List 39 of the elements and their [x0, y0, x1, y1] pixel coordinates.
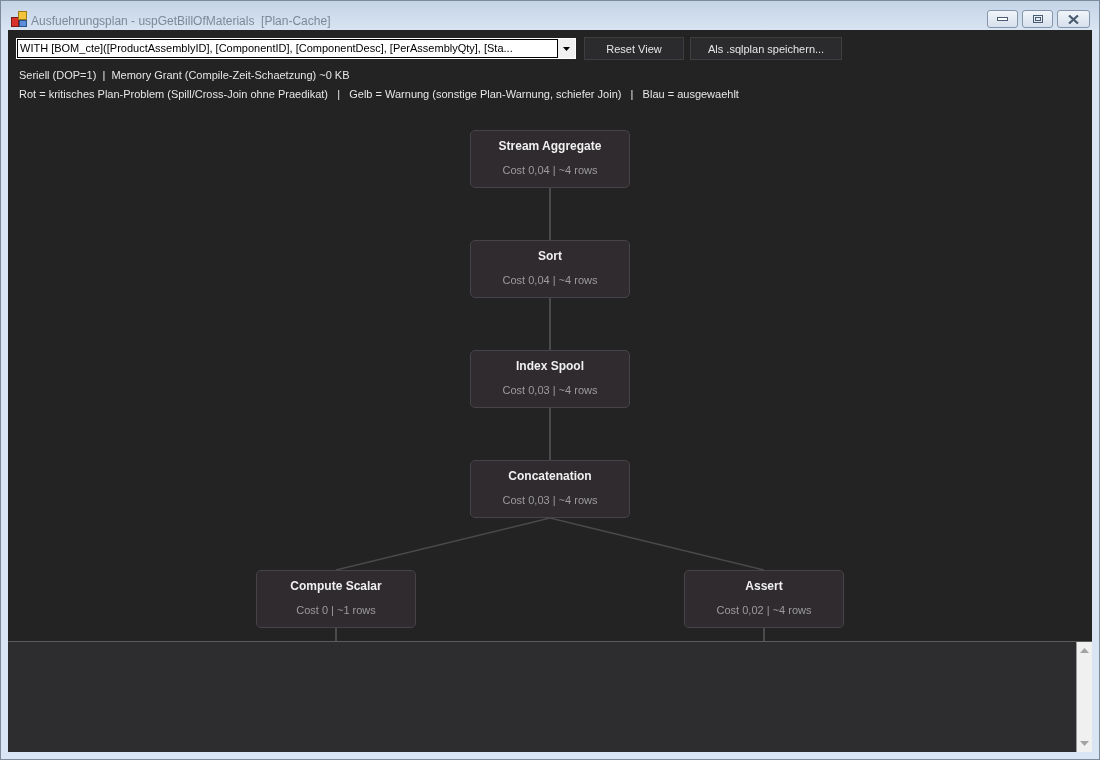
scroll-up-icon: [1080, 648, 1089, 653]
connector-line: [549, 408, 551, 460]
app-icon: [11, 11, 27, 27]
node-title: Stream Aggregate: [498, 138, 602, 154]
node-title: Index Spool: [516, 358, 584, 374]
node-title: Compute Scalar: [290, 578, 382, 594]
minimize-icon: [997, 17, 1008, 21]
node-stats: Cost 0,03 | ~4 rows: [502, 383, 598, 398]
scrollbar[interactable]: [1076, 642, 1092, 752]
info-text: Rot = kritisches Plan-Problem (Spill/Cross-Join ohne Praedikat) | Gelb = Warnung (sonstige Plan-Warnung, schiefer Join) | Blau = ausgewaehlt: [19, 87, 739, 102]
node-title: Assert: [745, 578, 783, 594]
close-button[interactable]: [1057, 10, 1090, 28]
plan-node[interactable]: Sort Cost 0,04 | ~4 rows: [470, 240, 630, 298]
close-icon: [1068, 14, 1079, 24]
node-title: Sort: [538, 248, 562, 264]
caret-icon: [563, 46, 570, 51]
toolbar-button[interactable]: Reset View: [584, 37, 684, 60]
plan-node[interactable]: Stream Aggregate Cost 0,04 | ~4 rows: [470, 130, 630, 188]
plan-node[interactable]: Index Spool Cost 0,03 | ~4 rows: [470, 350, 630, 408]
dropdown-button[interactable]: [558, 39, 575, 58]
node-stats: Cost 0,02 | ~4 rows: [716, 603, 812, 618]
connector-line: [549, 188, 551, 240]
connector-line: [549, 298, 551, 350]
toolbar-button[interactable]: Als .sqlplan speichern...: [690, 37, 843, 60]
minimize-button[interactable]: [987, 10, 1018, 28]
node-stats: Cost 0,04 | ~4 rows: [502, 273, 598, 288]
plan-node[interactable]: Concatenation Cost 0,03 | ~4 rows: [470, 460, 630, 518]
scroll-down-icon: [1080, 741, 1089, 746]
node-stats: Cost 0,04 | ~4 rows: [502, 163, 598, 178]
info-text: Seriell (DOP=1) | Memory Grant (Compile-Zeit-Schaetzung) ~0 KB: [19, 68, 350, 83]
window-title: Ausfuehrungsplan - uspGetBillOfMaterials [Plan-Cache]: [31, 13, 331, 29]
node-stats: Cost 0,03 | ~4 rows: [502, 493, 598, 508]
node-title: Concatenation: [508, 468, 592, 484]
node-stats: Cost 0 | ~1 rows: [296, 603, 376, 618]
plan-node[interactable]: Assert Cost 0,02 | ~4 rows: [684, 570, 844, 628]
maximize-button[interactable]: [1022, 10, 1053, 28]
query-select[interactable]: WITH [BOM_cte]([ProductAssemblyID], [ComponentID], [ComponentDesc], [PerAssemblyQty], [Sta...: [16, 38, 576, 59]
plan-node[interactable]: Compute Scalar Cost 0 | ~1 rows: [256, 570, 416, 628]
maximize-icon: [1032, 15, 1043, 23]
